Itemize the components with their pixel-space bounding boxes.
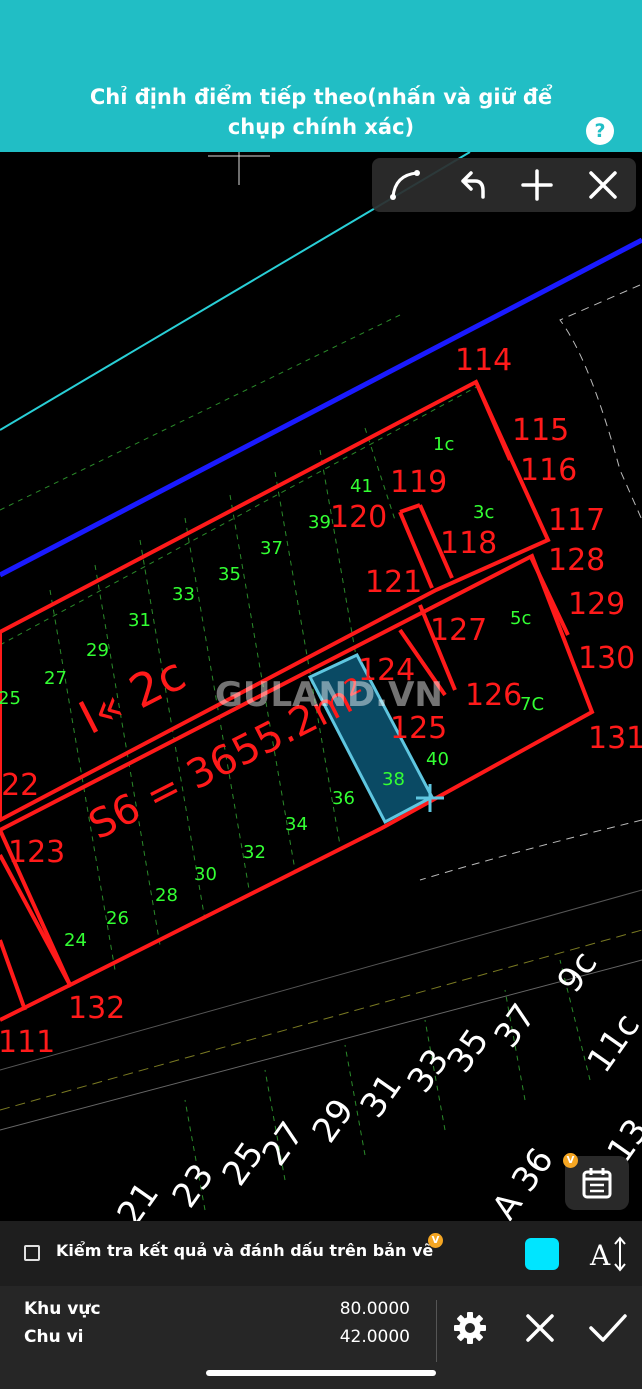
undo-button[interactable] (438, 158, 504, 212)
plus-icon (521, 169, 553, 201)
lot-39: 39 (308, 512, 331, 533)
point-122: 122 (0, 768, 39, 803)
close-toolbar-button[interactable] (570, 158, 636, 212)
bottom-a36: A 36 (485, 1141, 562, 1221)
area-value: 80.0000 (339, 1299, 410, 1319)
point-117: 117 (548, 503, 605, 538)
cad-map-canvas[interactable]: 114 115 116 117 128 129 130 131 119 120 … (0, 152, 642, 1221)
point-120: 120 (330, 500, 387, 535)
point-116: 116 (520, 453, 577, 488)
lot-25: 25 (0, 688, 21, 709)
point-127: 127 (430, 613, 487, 648)
block-3c: 3c (473, 502, 494, 523)
arc-icon (390, 170, 420, 200)
point-118: 118 (440, 526, 497, 561)
lot-37: 37 (260, 538, 283, 559)
calendar-button[interactable]: V (563, 1153, 629, 1210)
svg-text:A: A (589, 1239, 611, 1272)
lot-31: 31 (128, 610, 151, 631)
point-132: 132 (68, 991, 125, 1026)
arc-button[interactable] (372, 158, 438, 212)
confirm-button[interactable] (580, 1300, 636, 1356)
lot-27: 27 (44, 668, 67, 689)
block-name: I« 2c (70, 646, 193, 744)
close-icon (526, 1314, 554, 1342)
point-123: 123 (8, 835, 65, 870)
premium-badge-2: V (428, 1233, 443, 1248)
point-111: 111 (0, 1025, 55, 1060)
point-114: 114 (455, 343, 512, 378)
bottom-11c: 11c (580, 1006, 642, 1080)
undo-icon (461, 171, 485, 199)
settings-button[interactable] (442, 1300, 498, 1356)
lot-30: 30 (194, 864, 217, 885)
lot-34: 34 (285, 814, 308, 835)
cancel-button[interactable] (512, 1300, 568, 1356)
point-126: 126 (465, 678, 522, 713)
check-result-label[interactable]: Kiểm tra kết quả và đánh dấu trên bản vẽ (56, 1241, 433, 1260)
home-indicator (206, 1370, 436, 1376)
lot-36: 36 (332, 788, 355, 809)
instruction-line-1: Chỉ định điểm tiếp theo(nhấn và giữ để (89, 85, 553, 109)
text-size-icon: A (589, 1236, 626, 1272)
point-121: 121 (365, 565, 422, 600)
block-1c: 1c (433, 434, 454, 455)
point-131: 131 (588, 721, 642, 756)
check-result-checkbox[interactable] (24, 1245, 40, 1261)
point-129: 129 (568, 587, 625, 622)
bottom-9c: 9c (550, 944, 606, 1000)
instruction-header: Chỉ định điểm tiếp theo(nhấn và giữ để c… (0, 0, 642, 152)
close-icon (589, 171, 617, 199)
premium-badge: V (563, 1153, 578, 1168)
block-5c: 5c (510, 608, 531, 629)
help-icon[interactable]: ? (586, 117, 614, 145)
lot-38: 38 (382, 769, 405, 790)
text-size-button[interactable]: A (588, 1235, 628, 1273)
point-115: 115 (512, 413, 569, 448)
instruction-title: Chỉ định điểm tiếp theo(nhấn và giữ để c… (60, 82, 582, 142)
block-7c: 7C (520, 694, 544, 715)
lot-26: 26 (106, 908, 129, 929)
lot-29: 29 (86, 640, 109, 661)
color-swatch[interactable] (525, 1238, 559, 1270)
area-label-text: Khu vực (24, 1299, 101, 1319)
check-result-bar: Kiểm tra kết quả và đánh dấu trên bản vẽ… (0, 1221, 642, 1286)
point-130: 130 (578, 641, 635, 676)
point-128: 128 (548, 543, 605, 578)
lot-24: 24 (64, 930, 87, 951)
lot-35: 35 (218, 564, 241, 585)
instruction-line-2: chụp chính xác) (227, 115, 415, 139)
perimeter-value: 42.0000 (339, 1327, 410, 1347)
lot-41: 41 (350, 476, 373, 497)
lot-32: 32 (243, 842, 266, 863)
gear-icon (454, 1312, 486, 1344)
lot-28: 28 (155, 885, 178, 906)
calendar-icon (582, 1168, 612, 1199)
point-125: 125 (390, 711, 447, 746)
lot-33: 33 (172, 584, 195, 605)
bottom-23: 23 (165, 1157, 223, 1215)
perimeter-label-text: Chu vi (24, 1327, 84, 1347)
drawing-toolbar (372, 158, 636, 212)
point-119: 119 (390, 465, 447, 500)
checkmark-icon (589, 1314, 627, 1342)
lot-40: 40 (426, 749, 449, 770)
watermark: GULAND.VN (215, 675, 443, 715)
bottom-21: 21 (110, 1175, 168, 1221)
panel-divider (436, 1300, 437, 1362)
add-point-button[interactable] (504, 158, 570, 212)
